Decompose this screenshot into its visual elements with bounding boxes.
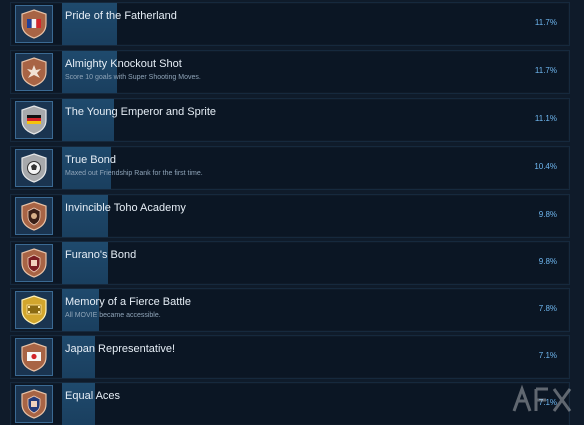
achievement-description: Score 10 goals with Super Shooting Moves…: [65, 74, 201, 81]
achievement-icon-frame: [15, 197, 53, 235]
germany-flag-shield-icon: [21, 105, 47, 135]
achievement-icon-frame: [15, 338, 53, 376]
achievement-title: Japan Representative!: [65, 343, 176, 355]
achievement-row[interactable]: Pride of the Fatherland 11.7%: [10, 2, 570, 46]
achievement-description: Maxed out Friendship Rank for the first …: [65, 170, 203, 177]
achievement-row[interactable]: Almighty Knockout Shot Score 10 goals wi…: [10, 50, 570, 94]
achievement-title: The Young Emperor and Sprite: [65, 106, 217, 118]
crest-shield-icon: [21, 248, 47, 278]
soccer-ball-shield-icon: [21, 153, 47, 183]
achievement-percent: 7.1%: [538, 351, 557, 360]
achievement-percent: 9.8%: [538, 257, 557, 266]
achievement-icon-frame: [15, 244, 53, 282]
achievement-row[interactable]: Japan Representative! 7.1%: [10, 335, 570, 379]
achievement-icon-frame: [15, 385, 53, 423]
achievement-row[interactable]: True Bond Maxed out Friendship Rank for …: [10, 146, 570, 190]
achievement-title: Memory of a Fierce Battle: [65, 296, 191, 308]
achievement-title: True Bond: [65, 154, 116, 166]
achievement-percent: 9.8%: [538, 210, 557, 219]
achievement-icon-frame: [15, 5, 53, 43]
achievement-row[interactable]: Invincible Toho Academy 9.8%: [10, 194, 570, 238]
achievement-icon-frame: [15, 53, 53, 91]
achievement-row[interactable]: Equal Aces 7.1%: [10, 382, 570, 425]
achievement-icon-frame: [15, 149, 53, 187]
achievement-title: Pride of the Fatherland: [65, 10, 177, 22]
burst-shield-icon: [21, 57, 47, 87]
achievement-percent: 7.8%: [538, 304, 557, 313]
achievement-row[interactable]: Furano's Bond 9.8%: [10, 241, 570, 285]
achievement-row[interactable]: The Young Emperor and Sprite 11.1%: [10, 98, 570, 142]
achievement-title: Almighty Knockout Shot: [65, 58, 182, 70]
gold-film-shield-icon: [21, 295, 47, 325]
achievement-list: Pride of the Fatherland 11.7% Almighty K…: [0, 0, 584, 425]
achievement-title: Furano's Bond: [65, 249, 137, 261]
crest-shield-icon: [21, 201, 47, 231]
achievement-percent: 10.4%: [534, 162, 557, 171]
france-flag-shield-icon: [21, 9, 47, 39]
japan-flag-shield-icon: [21, 342, 47, 372]
watermark-logo-icon: [512, 384, 572, 412]
crest-shield-icon: [21, 389, 47, 419]
achievement-percent: 11.1%: [534, 114, 557, 123]
achievement-percent: 11.7%: [534, 66, 557, 75]
achievement-title: Invincible Toho Academy: [65, 202, 186, 214]
achievement-title: Equal Aces: [65, 390, 121, 402]
achievement-description: All MOVIE became accessible.: [65, 312, 161, 319]
achievement-percent: 11.7%: [534, 18, 557, 27]
achievement-icon-frame: [15, 291, 53, 329]
achievement-icon-frame: [15, 101, 53, 139]
achievement-row[interactable]: Memory of a Fierce Battle All MOVIE beca…: [10, 288, 570, 332]
